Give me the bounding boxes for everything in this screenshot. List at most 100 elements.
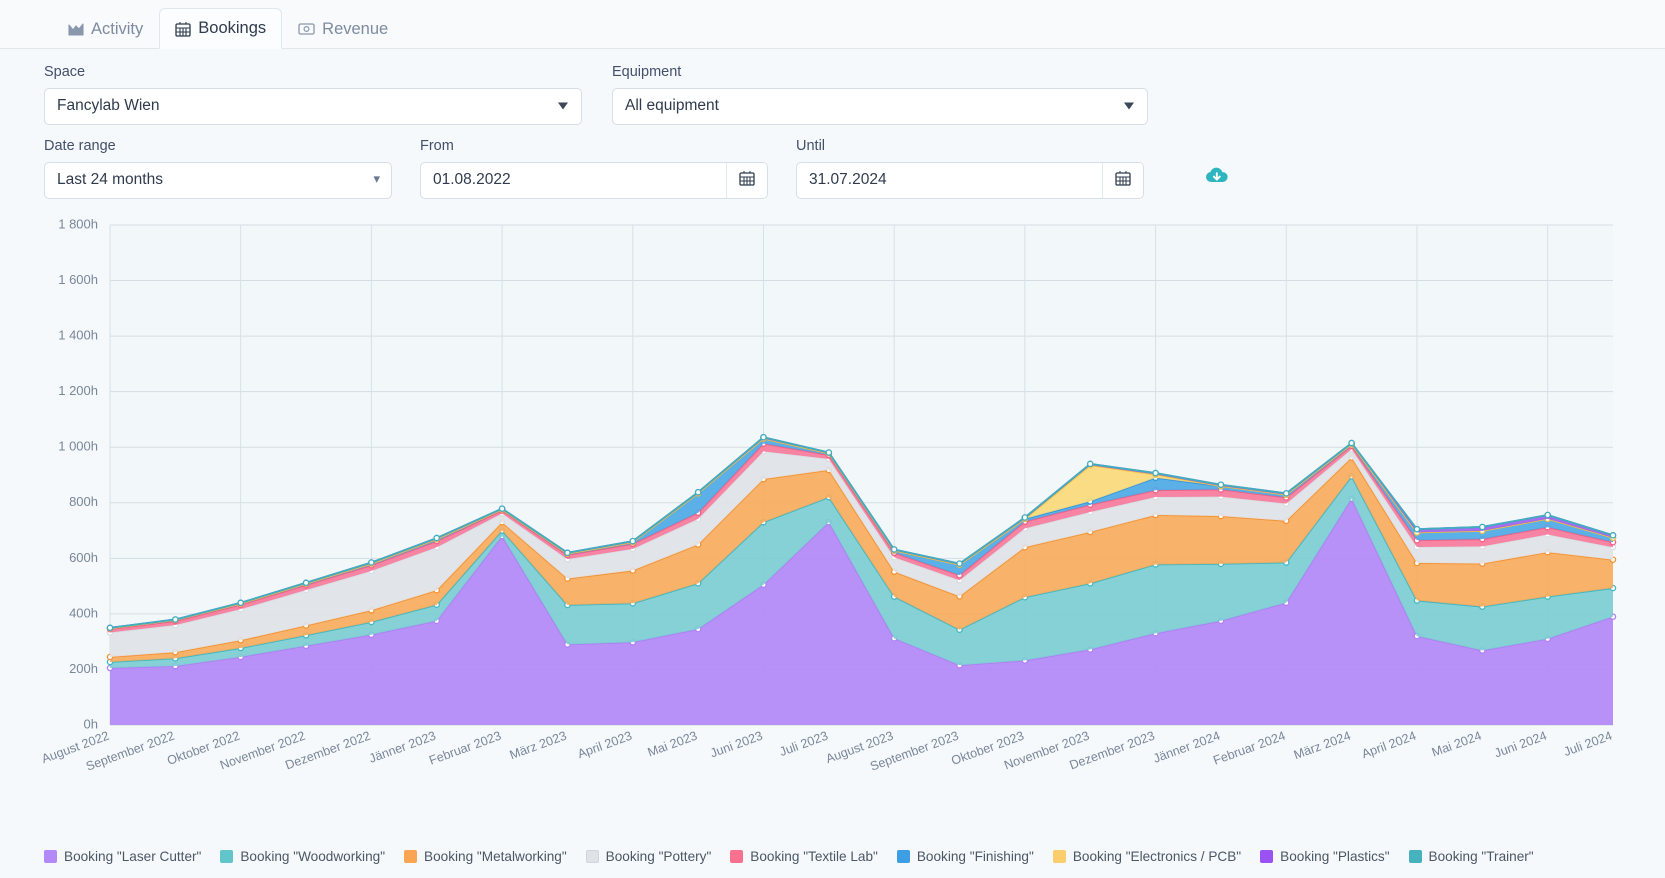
banknote-icon [298,22,315,36]
legend-item[interactable]: Booking "Metalworking" [404,849,567,864]
legend-item[interactable]: Booking "Textile Lab" [730,849,878,864]
tab-bookings-label: Bookings [198,19,267,37]
legend-item[interactable]: Booking "Finishing" [896,849,1034,864]
x-axis-tick-label: Februar 2023 [427,729,503,768]
data-point-marker[interactable] [760,433,767,441]
bookings-stacked-area-chart: 0h 200h 400h 600h 800h 1 000h 1 200h 1 400h 1 60… [0,215,1665,825]
y-axis-tick-label: 0h [84,716,98,731]
legend-item[interactable]: Booking "Electronics / PCB" [1052,849,1241,864]
legend-item-label: Booking "Pottery" [605,849,712,864]
legend-swatch [220,850,234,863]
tab-activity-label: Activity [91,19,144,38]
data-point-marker[interactable] [1609,531,1617,539]
data-point-marker[interactable] [1086,460,1094,468]
legend-item-label: Booking "Laser Cutter" [64,849,202,864]
legend-item[interactable]: Booking "Plastics" [1260,849,1390,864]
data-point-marker[interactable] [1479,523,1486,531]
data-point-marker[interactable] [825,449,833,456]
tab-bookings[interactable]: Bookings [159,8,283,49]
legend-swatch [1260,850,1274,863]
x-axis-tick-label: März 2023 [508,729,569,763]
legend-item-label: Booking "Trainer" [1428,849,1534,864]
calendar-icon [1115,170,1131,191]
data-point-marker[interactable] [368,559,375,566]
data-point-marker[interactable] [956,560,963,567]
until-filter-group: Until 31.07.2024 [796,138,1144,199]
data-point-marker[interactable] [1217,481,1225,488]
chart-canvas: 0h 200h 400h 600h 800h 1 000h 1 200h 1 400h 1 60… [40,216,1617,774]
data-point-marker[interactable] [890,546,898,553]
data-point-marker[interactable] [1283,489,1290,497]
data-point-marker[interactable] [106,624,114,631]
legend-item[interactable]: Booking "Pottery" [585,849,712,864]
cloud-download-icon [1204,165,1230,191]
legend-swatch [730,850,744,863]
y-axis-tick-label: 1 200h [58,383,98,398]
data-point-marker[interactable] [1348,439,1355,447]
data-point-marker[interactable] [1544,511,1551,519]
filter-row-2: Date range Last 24 months ▾ From 01.08.2… [44,137,1665,199]
y-axis-tick-label: 800h [69,494,98,509]
until-calendar-button[interactable] [1102,162,1143,198]
chart-legend: Booking "Laser Cutter" Booking "Woodworki… [44,849,1553,864]
data-point-marker[interactable] [237,599,244,606]
legend-item[interactable]: Booking "Trainer" [1408,849,1534,864]
export-download-button[interactable] [1204,165,1230,191]
x-axis-tick-label: Juni 2024 [1493,729,1549,761]
legend-swatch [404,850,418,863]
data-point-marker[interactable] [172,616,179,623]
space-select[interactable]: Fancylab Wien [44,87,582,125]
tab-revenue-label: Revenue [322,19,389,38]
from-date-field[interactable]: 01.08.2022 [420,161,768,199]
date-range-label: Date range [44,137,116,154]
x-axis-tick-label: Jänner 2024 [1151,729,1222,766]
until-date-value[interactable]: 31.07.2024 [797,163,1102,198]
data-point-marker[interactable] [302,579,310,586]
legend-item[interactable]: Booking "Woodworking" [220,849,385,864]
equipment-select[interactable]: All equipment [612,87,1148,125]
legend-swatch [44,850,57,863]
x-axis-tick-label: März 2024 [1292,729,1353,763]
until-date-field[interactable]: 31.07.2024 [796,161,1144,199]
y-axis-tick-label: 1 800h [58,216,98,231]
x-axis-tick-label: Juli 2023 [778,729,830,759]
caret-down-icon [558,102,568,110]
equipment-label: Equipment [612,64,682,80]
chevron-down-icon: ▾ [373,171,380,187]
legend-item-label: Booking "Finishing" [916,849,1034,864]
y-axis-tick-label: 200h [69,661,98,676]
data-point-marker[interactable] [1413,525,1421,533]
date-range-select[interactable]: Last 24 months ▾ [44,161,392,199]
area-chart-icon [68,22,84,37]
from-calendar-button[interactable] [726,162,767,198]
y-axis-tick-label: 400h [69,605,98,620]
data-point-marker[interactable] [564,549,571,556]
data-point-marker[interactable] [1021,514,1029,521]
from-date-value[interactable]: 01.08.2022 [421,163,726,198]
data-point-marker[interactable] [433,534,440,542]
space-filter-group: Space Fancylab Wien [44,64,582,125]
data-point-marker[interactable] [694,488,702,496]
calendar-icon [175,21,191,37]
x-axis-tick-label: Jänner 2023 [367,729,438,766]
legend-item-label: Booking "Textile Lab" [750,849,878,864]
tab-bar: Activity Bookings Revenue [0,0,1665,49]
equipment-select-value: All equipment [625,97,719,115]
x-axis-tick-label: Juni 2023 [708,729,764,761]
x-axis-tick-label: April 2024 [1360,729,1418,762]
tab-revenue[interactable]: Revenue [282,8,404,49]
from-label: From [420,137,454,154]
data-point-marker[interactable] [629,537,637,545]
y-axis-tick-label: 600h [69,550,98,565]
data-point-marker[interactable] [498,505,506,512]
tab-activity[interactable]: Activity [52,8,159,49]
y-axis-tick-label: 1 000h [58,439,98,454]
legend-swatch [1052,850,1066,863]
space-select-value: Fancylab Wien [57,97,160,115]
legend-item[interactable]: Booking "Laser Cutter" [44,849,201,864]
y-axis-tick-label: 1 400h [58,327,98,342]
x-axis-tick-label: Mai 2024 [1430,729,1483,760]
filter-row-1: Space Fancylab Wien Equipment All equipm… [44,64,1665,125]
from-filter-group: From 01.08.2022 [420,137,768,199]
data-point-marker[interactable] [1152,469,1159,477]
